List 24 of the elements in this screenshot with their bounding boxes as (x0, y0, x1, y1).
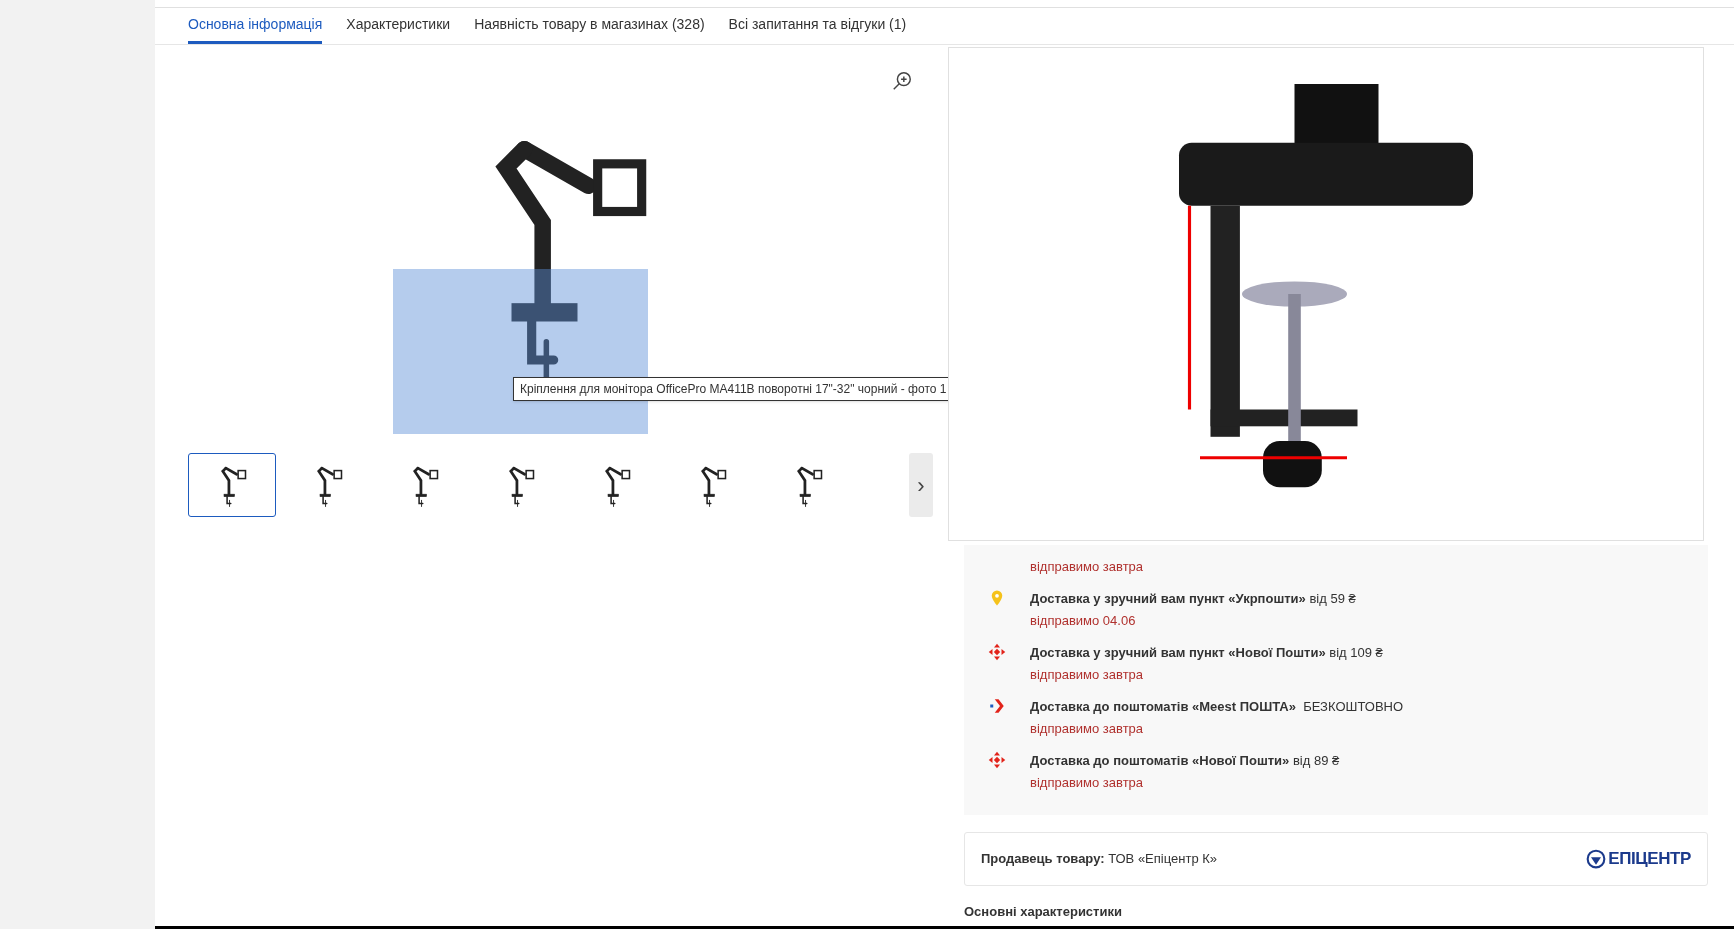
shipping-note: відправимо завтра (1030, 720, 1145, 738)
seller-text: Продавець товару: ТОВ «Епіцентр К» (981, 849, 1218, 868)
four-arrows-icon (988, 750, 1006, 769)
shipping-note: відправимо завтра (1030, 666, 1145, 684)
delivery-option: Доставка у зручний вам пункт «Нової Пошти» від 109 ₴ (1030, 642, 1692, 662)
zoom-in-icon[interactable] (891, 70, 913, 92)
logo-emblem-icon (1586, 848, 1607, 869)
chevron-logo-icon (988, 696, 1006, 715)
delivery-option: Доставка до поштоматів «Meest ПОШТА» БЕЗКОШТОВНО (1030, 696, 1692, 716)
shipping-note: відправимо завтра (1030, 558, 1145, 576)
next-button[interactable]: › (909, 453, 933, 517)
section-title: Основні характеристики (964, 902, 1123, 921)
seller-logo[interactable]: ЕПІЦЕНТР (1586, 845, 1691, 872)
tab[interactable]: Характеристики (346, 8, 451, 44)
tab[interactable]: Наявність товару в магазинах (328) (474, 8, 705, 44)
thumbnail[interactable] (188, 453, 276, 517)
tab[interactable]: Основна інформація (188, 8, 323, 44)
tab[interactable]: Всі запитання та відгуки (1) (728, 8, 907, 44)
delivery-option: Доставка у зручний вам пункт «Укрпошти» від 59 ₴ (1030, 588, 1692, 608)
shipping-note: відправимо завтра (1030, 774, 1145, 792)
delivery-option: Доставка до поштоматів «Нової Пошти» від 89 ₴ (1030, 750, 1692, 770)
shipping-note: відправимо 04.06 (1030, 612, 1137, 630)
four-arrows-icon (988, 642, 1006, 661)
logo-text: ЕПІЦЕНТР (1608, 847, 1691, 870)
